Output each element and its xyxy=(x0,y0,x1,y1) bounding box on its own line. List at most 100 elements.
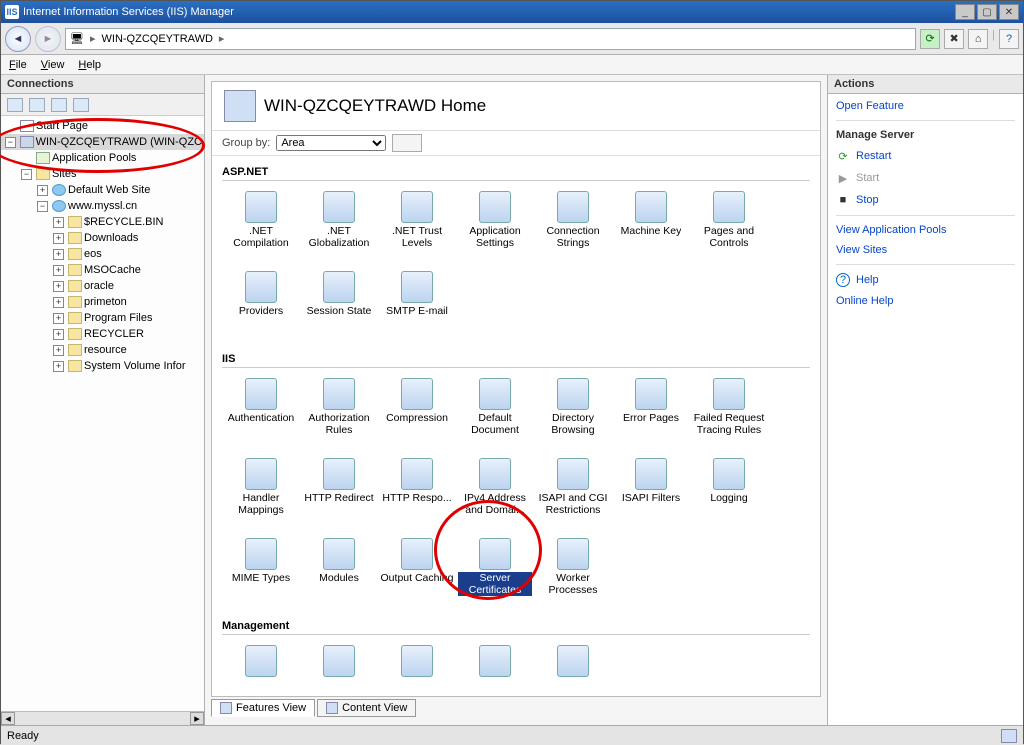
feature-item[interactable]: Session State xyxy=(300,267,378,347)
feature-item[interactable]: Modules xyxy=(300,534,378,614)
tree-folder[interactable]: System Volume Infor xyxy=(84,358,186,374)
feature-item[interactable]: Failed Request Tracing Rules xyxy=(690,374,768,454)
action-online-help[interactable]: Online Help xyxy=(836,295,1015,307)
tree-default-site[interactable]: Default Web Site xyxy=(68,182,150,198)
connections-tree[interactable]: Start Page − WIN-QZCQEYTRAWD (WIN-QZC App… xyxy=(1,116,204,711)
feature-item[interactable]: IPv4 Address and Domai... xyxy=(456,454,534,534)
expand-toggle[interactable]: + xyxy=(53,329,64,340)
breadcrumb[interactable]: 🖥 ▸ WIN-QZCQEYTRAWD ▸ xyxy=(65,28,916,50)
feature-item[interactable] xyxy=(534,641,612,696)
feature-item[interactable]: ISAPI and CGI Restrictions xyxy=(534,454,612,534)
feature-item[interactable]: .NET Trust Levels xyxy=(378,187,456,267)
maximize-button[interactable]: ▢ xyxy=(977,4,997,20)
expand-toggle[interactable]: + xyxy=(53,345,64,356)
tree-server[interactable]: WIN-QZCQEYTRAWD (WIN-QZC xyxy=(36,134,202,150)
action-help[interactable]: Help xyxy=(856,274,879,286)
group-by-select[interactable]: Area xyxy=(276,135,386,151)
expand-toggle[interactable]: + xyxy=(53,233,64,244)
menu-view[interactable]: View xyxy=(41,59,65,71)
breadcrumb-server[interactable]: WIN-QZCQEYTRAWD xyxy=(102,33,213,45)
tree-folder[interactable]: primeton xyxy=(84,294,127,310)
tree-myssl[interactable]: www.myssl.cn xyxy=(68,198,137,214)
minimize-button[interactable]: _ xyxy=(955,4,975,20)
tree-folder[interactable]: oracle xyxy=(84,278,114,294)
expand-toggle[interactable]: + xyxy=(53,297,64,308)
forward-button[interactable]: ► xyxy=(35,26,61,52)
back-button[interactable]: ◄ xyxy=(5,26,31,52)
tree-folder[interactable]: RECYCLER xyxy=(84,326,144,342)
expand-toggle[interactable]: + xyxy=(53,281,64,292)
scroll-left-icon[interactable]: ◂ xyxy=(1,712,15,725)
expand-toggle[interactable]: − xyxy=(37,201,48,212)
feature-item[interactable]: Compression xyxy=(378,374,456,454)
feature-list[interactable]: ASP.NET .NET Compilation.NET Globalizati… xyxy=(212,156,820,696)
view-mode-toggle[interactable] xyxy=(392,134,422,152)
stop-button-nav[interactable]: ✖ xyxy=(944,29,964,49)
tree-folder[interactable]: $RECYCLE.BIN xyxy=(84,214,163,230)
expand-toggle[interactable]: + xyxy=(37,185,48,196)
feature-item[interactable]: Authorization Rules xyxy=(300,374,378,454)
feature-item[interactable] xyxy=(222,641,300,696)
expand-toggle[interactable]: + xyxy=(53,265,64,276)
feature-item[interactable]: ISAPI Filters xyxy=(612,454,690,534)
feature-item[interactable]: .NET Compilation xyxy=(222,187,300,267)
close-button[interactable]: ✕ xyxy=(999,4,1019,20)
feature-item[interactable]: Application Settings xyxy=(456,187,534,267)
feature-item[interactable]: Providers xyxy=(222,267,300,347)
tree-folder[interactable]: eos xyxy=(84,246,102,262)
feature-item[interactable]: .NET Globalization xyxy=(300,187,378,267)
feature-item[interactable]: Logging xyxy=(690,454,768,534)
tab-label: Features View xyxy=(236,702,306,714)
expand-toggle[interactable]: − xyxy=(21,169,32,180)
tree-app-pools[interactable]: Application Pools xyxy=(52,150,136,166)
feature-item[interactable]: Worker Processes xyxy=(534,534,612,614)
action-view-sites[interactable]: View Sites xyxy=(836,244,1015,256)
feature-item[interactable] xyxy=(378,641,456,696)
feature-item[interactable]: HTTP Respo... xyxy=(378,454,456,534)
action-restart[interactable]: Restart xyxy=(856,150,891,162)
feature-item[interactable]: MIME Types xyxy=(222,534,300,614)
feature-item[interactable] xyxy=(456,641,534,696)
feature-item[interactable]: Default Document xyxy=(456,374,534,454)
tree-sites[interactable]: Sites xyxy=(52,166,76,182)
help-button[interactable]: ? xyxy=(999,29,1019,49)
home-button[interactable]: ⌂ xyxy=(968,29,988,49)
feature-item[interactable] xyxy=(300,641,378,696)
remove-icon[interactable] xyxy=(51,98,67,112)
feature-item[interactable]: Error Pages xyxy=(612,374,690,454)
feature-item[interactable]: SMTP E-mail xyxy=(378,267,456,347)
globe-icon xyxy=(52,184,66,196)
feature-item[interactable]: Server Certificates xyxy=(456,534,534,614)
scroll-right-icon[interactable]: ▸ xyxy=(190,712,204,725)
action-view-app-pools[interactable]: View Application Pools xyxy=(836,224,1015,236)
tab-content-view[interactable]: Content View xyxy=(317,699,416,717)
feature-item[interactable]: Directory Browsing xyxy=(534,374,612,454)
connect-icon[interactable] xyxy=(7,98,23,112)
menu-help[interactable]: Help xyxy=(78,59,101,71)
action-open-feature[interactable]: Open Feature xyxy=(836,100,1015,112)
feature-item[interactable]: Pages and Controls xyxy=(690,187,768,267)
feature-item[interactable]: HTTP Redirect xyxy=(300,454,378,534)
menu-file[interactable]: File xyxy=(9,59,27,71)
action-stop[interactable]: Stop xyxy=(856,194,879,206)
horiz-scrollbar[interactable]: ◂ ▸ xyxy=(1,711,204,725)
expand-toggle[interactable]: + xyxy=(53,217,64,228)
feature-item[interactable]: Output Caching xyxy=(378,534,456,614)
save-icon[interactable] xyxy=(29,98,45,112)
feature-item[interactable]: Authentication xyxy=(222,374,300,454)
expand-toggle[interactable]: + xyxy=(53,249,64,260)
tree-start-page[interactable]: Start Page xyxy=(36,118,88,134)
expand-toggle[interactable]: + xyxy=(53,361,64,372)
tree-folder[interactable]: Program Files xyxy=(84,310,152,326)
expand-toggle[interactable]: − xyxy=(5,137,16,148)
refresh-button[interactable]: ⟳ xyxy=(920,29,940,49)
tab-features-view[interactable]: Features View xyxy=(211,699,315,717)
feature-item[interactable]: Connection Strings xyxy=(534,187,612,267)
expand-toggle[interactable]: + xyxy=(53,313,64,324)
tree-folder[interactable]: Downloads xyxy=(84,230,138,246)
feature-item[interactable]: Handler Mappings xyxy=(222,454,300,534)
tree-folder[interactable]: resource xyxy=(84,342,127,358)
feature-item[interactable]: Machine Key xyxy=(612,187,690,267)
up-icon[interactable] xyxy=(73,98,89,112)
tree-folder[interactable]: MSOCache xyxy=(84,262,141,278)
